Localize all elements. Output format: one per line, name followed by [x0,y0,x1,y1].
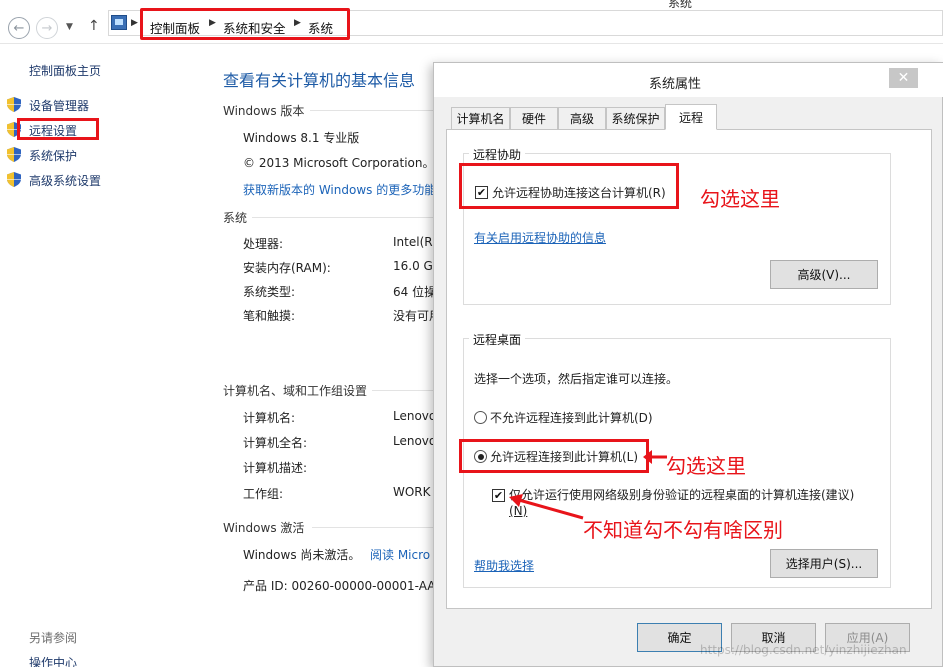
control-panel-home-link[interactable]: 控制面板主页 [29,62,101,79]
divider [312,527,433,528]
annotation-check-here-1: 勾选这里 [700,187,780,211]
action-center-link[interactable]: 操作中心 [29,654,77,667]
divider [310,110,433,111]
remote-assistance-title: 远程协助 [469,146,526,163]
shield-icon [7,147,21,162]
value-processor: Intel(R) [393,235,438,249]
sidebar-label-system-protection[interactable]: 系统保护 [29,147,77,164]
radio-deny-remote[interactable] [474,411,487,424]
annotation-check-here-2: 勾选这里 [666,454,746,478]
highlight-allow-remote [459,439,649,473]
computer-icon [111,15,127,30]
value-computer-name: Lenovo [393,409,437,423]
help-me-choose-link[interactable]: 帮助我选择 [474,557,534,574]
radio-deny-label[interactable]: 不允许远程连接到此计算机(D) [490,409,653,426]
label-system-type: 系统类型: [243,285,296,299]
advanced-button[interactable]: 高级(V)... [770,260,878,289]
label-ram: 安装内存(RAM): [243,261,331,275]
tab-system-protection[interactable]: 系统保护 [606,107,665,129]
edition-text: Windows 8.1 专业版 [243,131,360,145]
dialog-titlebar: 系统属性 ✕ [434,63,943,97]
label-processor: 处理器: [243,237,284,251]
forward-button[interactable]: → [36,17,58,39]
arrow-up-icon: ↑ [88,18,100,34]
annotation-unsure-note: 不知道勾不勾有啥区别 [583,518,783,542]
more-features-link[interactable]: 获取新版本的 Windows 的更多功能 [243,181,433,198]
sidebar-item-device-manager[interactable] [7,97,21,115]
product-id: 产品 ID: 00260-00000-00001-AA2 [243,579,433,593]
see-also-heading: 另请参阅 [29,631,78,645]
up-button[interactable]: ↑ [88,18,100,34]
recent-pages-button[interactable]: ▼ [66,22,73,32]
label-full-name: 计算机全名: [243,436,308,450]
section-windows-edition: Windows 版本 [223,104,305,118]
tab-computer-name[interactable]: 计算机名 [451,107,510,129]
highlight-remote-settings [17,118,99,140]
sidebar-item-advanced-settings[interactable] [7,172,21,190]
remote-assistance-info-link[interactable]: 有关启用远程协助的信息 [474,229,606,246]
highlight-breadcrumb [140,8,350,40]
divider [252,217,433,218]
watermark-text: https://blog.csdn.net/yinzhijiezhan [700,643,907,657]
close-icon: ✕ [897,70,910,86]
arrow-left-icon: ← [13,20,25,36]
value-system-type: 64 位操 [393,285,437,299]
tab-advanced[interactable]: 高级 [558,107,606,129]
chevron-down-icon: ▼ [66,22,73,32]
close-button[interactable]: ✕ [889,68,918,88]
back-button[interactable]: ← [8,17,30,39]
remote-desktop-title: 远程桌面 [469,331,526,348]
section-activation: Windows 激活 [223,521,305,535]
section-computer-name: 计算机名、域和工作组设置 [223,384,368,398]
sidebar-label-advanced-settings[interactable]: 高级系统设置 [29,172,101,189]
nla-checkbox[interactable]: ✔ [492,489,505,502]
divider [372,390,433,391]
sidebar-item-system-protection[interactable] [7,147,21,165]
value-full-name: Lenovo [393,434,437,448]
title-address-bar: 系统 ← → ▼ ↑ ▶ ▶ ▶ 控制面板 系统和安全 系统 [0,0,943,44]
check-icon: ✔ [493,489,504,502]
label-pen-touch: 笔和触摸: [243,309,296,323]
arrow-right-icon: → [41,20,53,36]
arrow-annotation-icon [509,494,584,520]
shield-icon [7,97,21,112]
arrow-annotation-icon [643,450,667,464]
copyright-text: © 2013 Microsoft Corporation。 [243,156,435,170]
system-properties-dialog: 系统属性 ✕ 计算机名 硬件 高级 系统保护 远程 远程协助 ✔ 允许远程协助连… [433,62,943,667]
sidebar-label-device-manager[interactable]: 设备管理器 [29,97,89,114]
label-workgroup: 工作组: [243,487,284,501]
page-title: 查看有关计算机的基本信息 [223,71,416,90]
activation-status: Windows 尚未激活。 [243,548,361,562]
tab-remote[interactable]: 远程 [665,104,717,130]
activation-link[interactable]: 阅读 Micro [370,546,433,563]
label-computer-name: 计算机名: [243,411,296,425]
value-workgroup: WORK [393,485,431,499]
chevron-right-icon: ▶ [131,18,138,28]
dialog-title: 系统属性 [649,77,702,92]
label-description: 计算机描述: [243,461,308,475]
section-system: 系统 [223,211,248,225]
select-users-button[interactable]: 选择用户(S)... [770,549,878,578]
tab-hardware[interactable]: 硬件 [510,107,558,129]
shield-icon [7,172,21,187]
remote-desktop-instruction: 选择一个选项，然后指定谁可以连接。 [474,372,679,386]
highlight-remote-assistance [459,163,679,209]
